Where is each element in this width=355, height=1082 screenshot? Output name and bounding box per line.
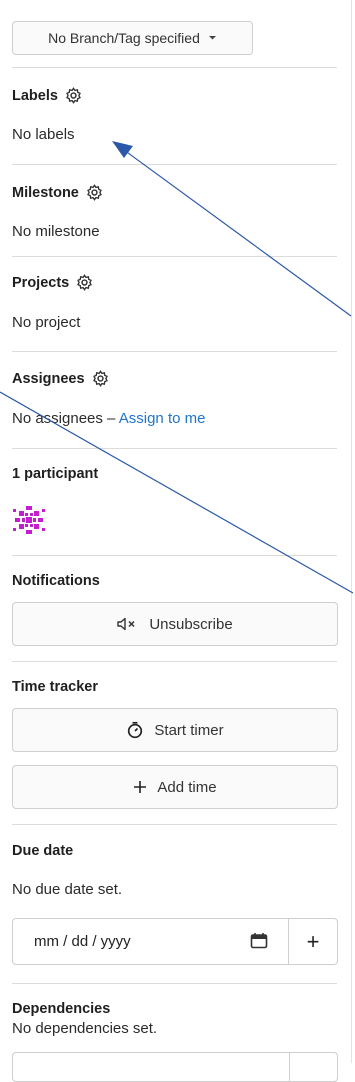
divider [12, 555, 337, 556]
add-due-date-button[interactable]: + [288, 919, 337, 964]
divider [12, 351, 337, 352]
participants-heading: 1 participant [12, 466, 98, 482]
labels-title: Labels [12, 87, 58, 104]
gear-icon[interactable] [65, 87, 82, 104]
gear-icon[interactable] [92, 370, 109, 387]
assignees-none-text: No assignees – [12, 410, 119, 427]
divider [12, 256, 337, 257]
chevron-down-icon [208, 36, 216, 40]
branch-dropdown[interactable]: No Branch/Tag specified [12, 21, 253, 55]
milestone-heading: Milestone [12, 184, 103, 201]
divider [12, 448, 337, 449]
time-tracker-heading: Time tracker [12, 679, 98, 695]
start-timer-button[interactable]: Start timer [12, 708, 338, 752]
dependencies-title: Dependencies [12, 1001, 111, 1017]
projects-heading: Projects [12, 274, 93, 291]
milestone-title: Milestone [12, 184, 79, 201]
assignees-title: Assignees [12, 370, 85, 387]
milestone-value: No milestone [12, 223, 100, 240]
dependencies-heading: Dependencies [12, 1001, 110, 1017]
add-time-label: Add time [157, 778, 217, 796]
dependency-add-divider [289, 1053, 290, 1081]
due-date-heading: Due date [12, 843, 73, 859]
labels-heading: Labels [12, 87, 82, 104]
notifications-title: Notifications [12, 573, 100, 589]
due-date-value: No due date set. [12, 881, 123, 898]
due-date-title: Due date [12, 843, 74, 859]
due-date-placeholder: mm / dd / yyyy [34, 933, 131, 950]
identicon-avatar[interactable] [12, 503, 46, 537]
dependency-input[interactable] [12, 1052, 338, 1082]
unsubscribe-label: Unsubscribe [149, 615, 233, 633]
gear-icon[interactable] [76, 274, 93, 291]
assign-to-me-link[interactable]: Assign to me [119, 410, 206, 427]
issue-sidebar: No Branch/Tag specified Labels No labels… [0, 0, 352, 1082]
gear-icon[interactable] [86, 184, 103, 201]
time-tracker-title: Time tracker [12, 679, 98, 695]
timer-icon [128, 721, 143, 739]
labels-value: No labels [12, 126, 75, 143]
projects-value: No project [12, 314, 81, 331]
add-time-button[interactable]: Add time [12, 765, 338, 809]
assignees-value: No assignees – Assign to me [12, 410, 205, 427]
assignees-heading: Assignees [12, 370, 109, 387]
due-date-picker: mm / dd / yyyy + [12, 918, 338, 965]
dependencies-value: No dependencies set. [12, 1020, 158, 1037]
start-timer-label: Start timer [154, 721, 224, 739]
projects-title: Projects [12, 274, 70, 291]
divider [12, 164, 337, 165]
calendar-icon[interactable] [250, 932, 268, 949]
divider [12, 661, 337, 662]
due-date-input[interactable]: mm / dd / yyyy [13, 919, 288, 964]
divider [12, 824, 337, 825]
plus-icon [134, 781, 147, 793]
divider [12, 67, 337, 68]
divider [12, 983, 337, 984]
notifications-heading: Notifications [12, 573, 100, 589]
mute-icon [117, 617, 135, 631]
unsubscribe-button[interactable]: Unsubscribe [12, 602, 338, 646]
participants-title: 1 participant [12, 466, 99, 482]
branch-dropdown-label: No Branch/Tag specified [48, 30, 200, 46]
